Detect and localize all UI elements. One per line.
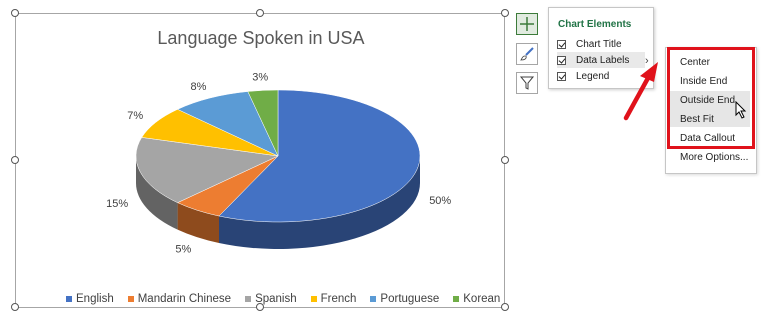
legend-label: English bbox=[76, 293, 114, 305]
mouse-cursor-icon bbox=[735, 101, 747, 119]
legend-entry[interactable]: Mandarin Chinese bbox=[127, 293, 232, 305]
legend-entry[interactable]: French bbox=[310, 293, 357, 305]
legend-swatch bbox=[127, 296, 134, 302]
resize-handle[interactable] bbox=[501, 156, 509, 164]
data-label[interactable]: 8% bbox=[190, 81, 206, 93]
chart-legend[interactable]: English Mandarin Chinese Spanish French Port… bbox=[66, 293, 500, 305]
pie-slices bbox=[135, 89, 421, 249]
checkbox[interactable] bbox=[557, 39, 566, 49]
resize-handle[interactable] bbox=[11, 156, 19, 164]
menu-item-more-options[interactable]: More Options... bbox=[680, 152, 748, 163]
chart-area[interactable]: Language Spoken in USA 50% 5% 15% 7% 8% 3% En… bbox=[15, 13, 505, 308]
data-label[interactable]: 7% bbox=[127, 110, 143, 122]
resize-handle[interactable] bbox=[256, 9, 264, 17]
resize-handle[interactable] bbox=[256, 303, 264, 311]
resize-handle[interactable] bbox=[11, 9, 19, 17]
legend-swatch bbox=[370, 296, 377, 302]
resize-handle[interactable] bbox=[501, 9, 509, 17]
legend-swatch bbox=[453, 296, 460, 302]
data-label[interactable]: 3% bbox=[252, 71, 268, 83]
resize-handle[interactable] bbox=[501, 303, 509, 311]
option-label: Legend bbox=[576, 70, 610, 82]
legend-entry[interactable]: Spanish bbox=[245, 293, 297, 305]
plus-icon bbox=[520, 17, 534, 31]
flyout-title: Chart Elements bbox=[558, 19, 632, 30]
chart-title[interactable]: Language Spoken in USA bbox=[157, 28, 364, 48]
data-label[interactable]: 50% bbox=[429, 195, 451, 207]
checkbox[interactable] bbox=[557, 55, 566, 65]
brush-icon bbox=[520, 47, 534, 61]
data-label[interactable]: 5% bbox=[175, 244, 191, 256]
checkbox[interactable] bbox=[557, 71, 566, 81]
legend-label: French bbox=[320, 293, 357, 305]
data-label[interactable]: 15% bbox=[106, 198, 128, 210]
legend-swatch bbox=[245, 296, 252, 302]
legend-entry[interactable]: Korean bbox=[453, 293, 500, 305]
option-label: Chart Title bbox=[576, 38, 622, 50]
chart-elements-button[interactable] bbox=[516, 13, 538, 35]
resize-handle[interactable] bbox=[11, 303, 19, 311]
legend-swatch bbox=[66, 296, 72, 302]
legend-label: Korean bbox=[463, 293, 501, 305]
chart-title-option[interactable]: Chart Title bbox=[557, 36, 645, 52]
legend-entry[interactable]: English bbox=[66, 293, 114, 305]
legend-swatch bbox=[310, 296, 317, 302]
red-arrow-icon bbox=[623, 62, 658, 121]
legend-label: Mandarin Chinese bbox=[137, 293, 232, 305]
funnel-icon bbox=[519, 76, 535, 90]
chart-filters-button[interactable] bbox=[516, 72, 538, 94]
highlight-box bbox=[667, 47, 755, 149]
chart-styles-button[interactable] bbox=[516, 43, 538, 65]
pie-chart: Language Spoken in USA 50% 5% 15% 7% 8% 3% bbox=[106, 28, 451, 256]
legend-label: Portuguese bbox=[380, 293, 440, 305]
legend-entry[interactable]: Portuguese bbox=[370, 293, 439, 305]
